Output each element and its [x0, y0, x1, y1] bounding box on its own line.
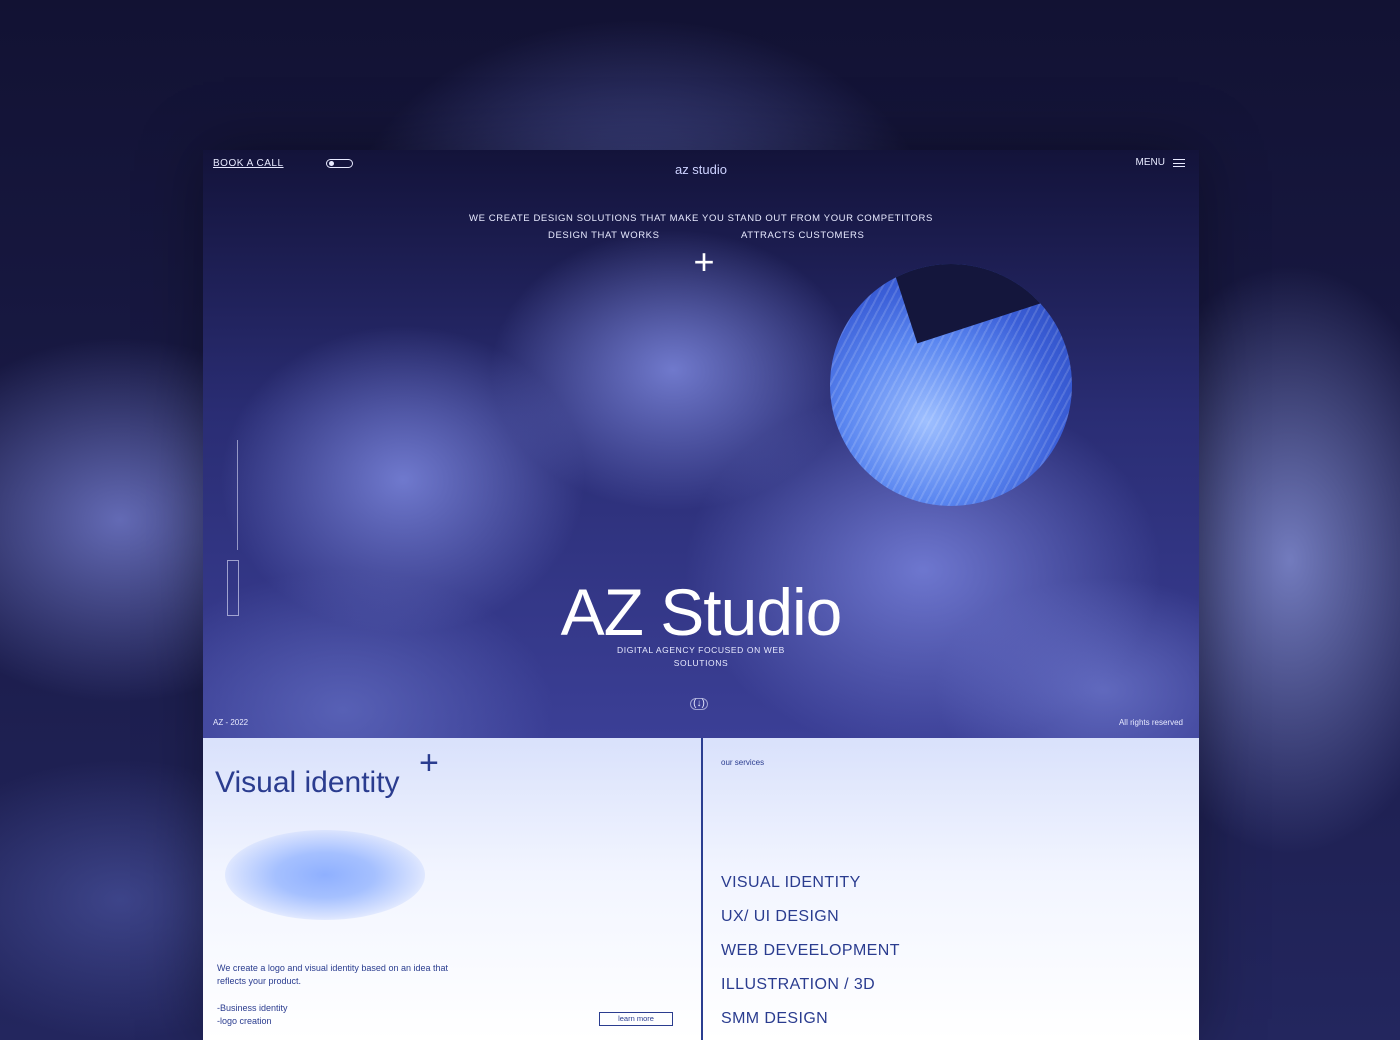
- plus-icon: +: [693, 241, 715, 282]
- copyright-year: AZ - 2022: [213, 718, 249, 727]
- column-divider: [701, 738, 703, 1040]
- menu-icon: [1173, 158, 1185, 167]
- hero-tagline: WE CREATE DESIGN SOLUTIONS THAT MAKE YOU…: [469, 213, 933, 224]
- services-list: VISUAL IDENTITY UX/ UI DESIGN WEB DEVEEL…: [721, 872, 900, 1040]
- top-nav: BOOK A CALL az studio MENU: [203, 150, 1199, 190]
- visual-identity-list: -Business identity -logo creation: [217, 1002, 288, 1028]
- service-visual-identity[interactable]: VISUAL IDENTITY: [721, 872, 900, 906]
- list-item: -logo creation: [217, 1016, 272, 1026]
- menu-label: MENU: [1135, 157, 1165, 168]
- website-mockup: BOOK A CALL az studio MENU WE CREATE DES…: [203, 150, 1199, 1040]
- hero-tagline-right: ATTRACTS CUSTOMERS: [741, 230, 865, 241]
- visual-identity-title: Visual identity: [215, 766, 400, 799]
- menu-button[interactable]: MENU: [1136, 157, 1185, 168]
- visual-identity-description: We create a logo and visual identity bas…: [217, 963, 448, 986]
- plus-icon: +: [419, 744, 439, 782]
- services-section: Visual identity + We create a logo and v…: [203, 738, 1199, 1040]
- background-scene: BOOK A CALL az studio MENU WE CREATE DES…: [0, 0, 1400, 1040]
- list-item: -Business identity: [217, 1003, 288, 1013]
- service-ux-ui-design[interactable]: UX/ UI DESIGN: [721, 906, 900, 940]
- circle-notch: [889, 264, 1051, 344]
- service-illustration-3d[interactable]: ILLUSTRATION / 3D: [721, 974, 900, 1008]
- vertical-divider: [237, 440, 238, 550]
- learn-more-button[interactable]: learn more: [599, 1012, 673, 1026]
- gradient-blob: [225, 830, 425, 920]
- brand-logo[interactable]: az studio: [203, 162, 1199, 177]
- services-label: our services: [721, 758, 765, 767]
- rights-reserved: All rights reserved: [1118, 718, 1183, 727]
- hero-title: AZ Studio: [560, 575, 843, 649]
- 3d-wave-image: [830, 264, 1072, 506]
- service-smm-design[interactable]: SMM DESIGN: [721, 1008, 900, 1040]
- hero-section: BOOK A CALL az studio MENU WE CREATE DES…: [203, 150, 1199, 738]
- scroll-down-icon[interactable]: (↓): [690, 698, 708, 710]
- hero-tagline-left: DESIGN THAT WORKS: [548, 230, 660, 241]
- service-web-development[interactable]: WEB DEVEELOPMENT: [721, 940, 900, 974]
- hero-subtitle: DIGITAL AGENCY FOCUSED ON WEB SOLUTIONS: [617, 645, 785, 668]
